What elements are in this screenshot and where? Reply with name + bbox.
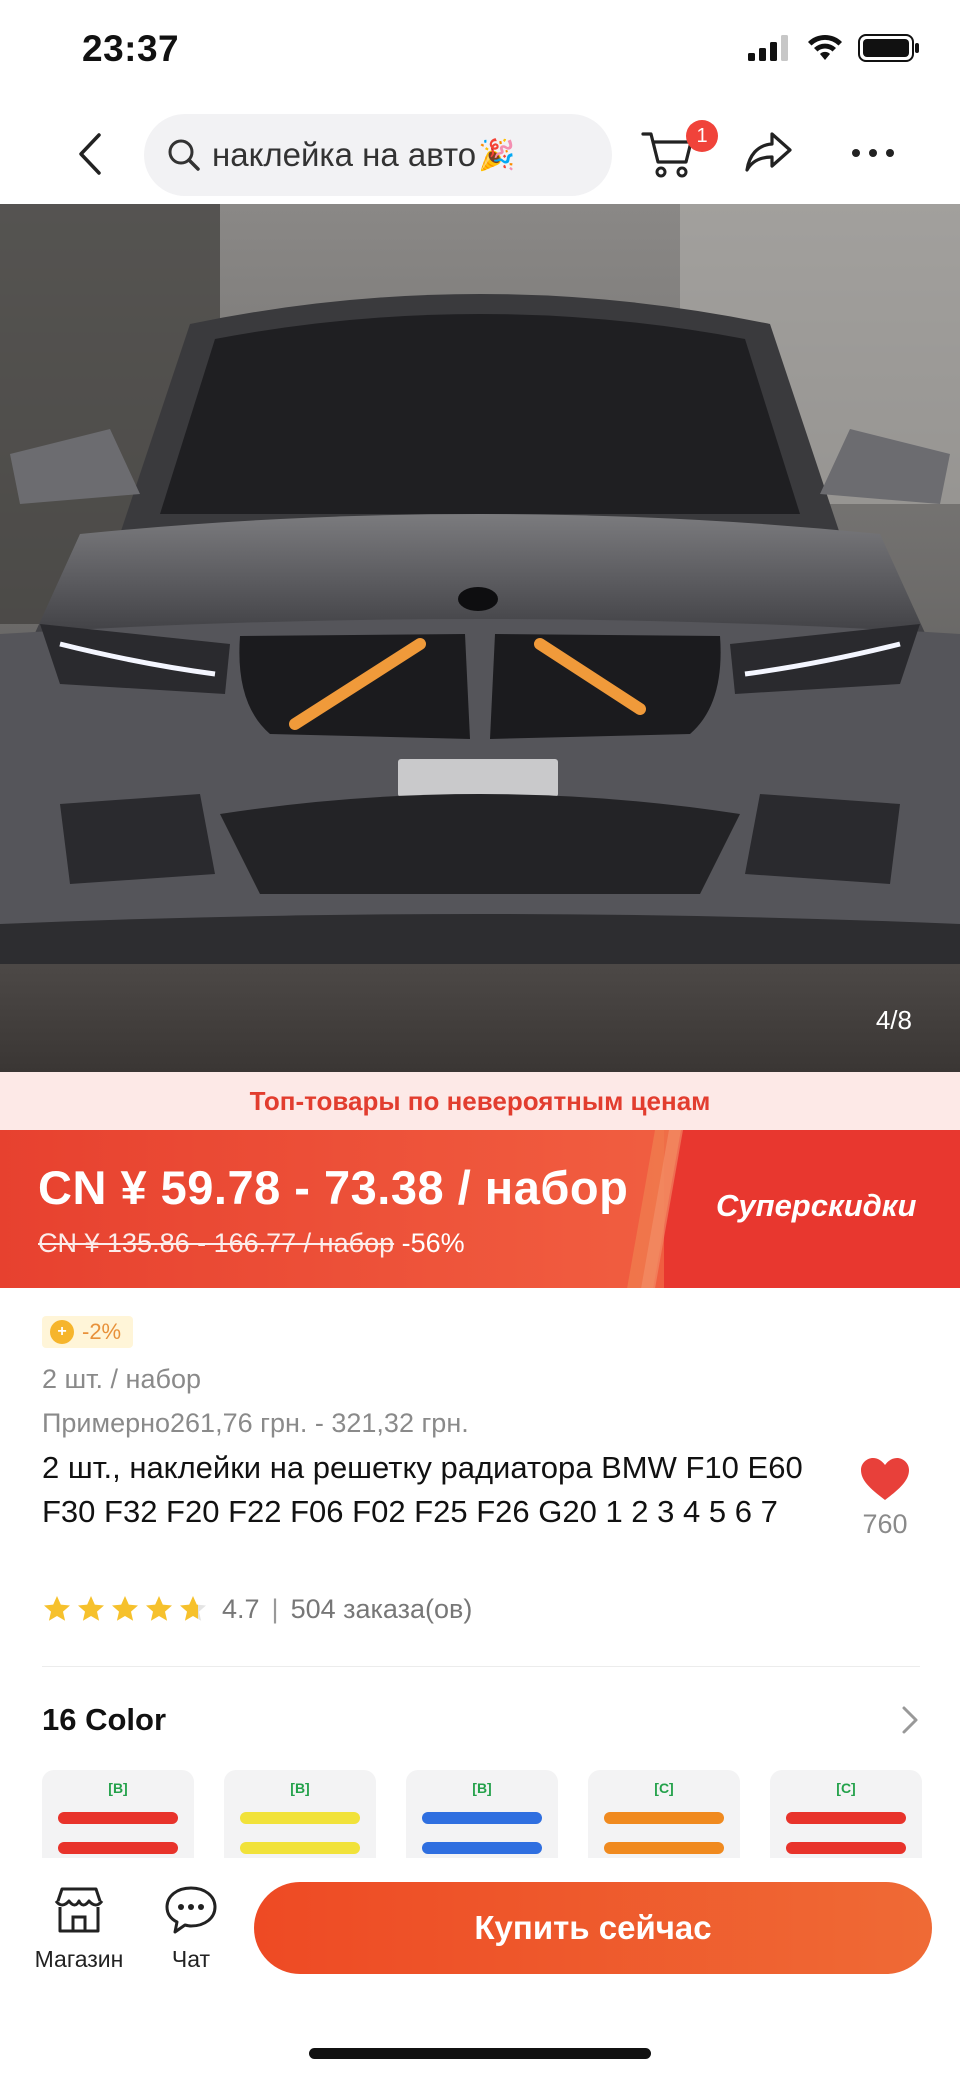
promo-strip[interactable]: Топ-товары по невероятным ценам: [0, 1072, 960, 1130]
chevron-right-icon: [902, 1706, 918, 1734]
variant-color-strip: [422, 1842, 542, 1854]
variant-thumbnail-label: [B]: [472, 1780, 492, 1796]
share-icon: [745, 132, 792, 172]
party-popper-icon: 🎉: [478, 138, 516, 172]
star-icon: [44, 1596, 70, 1621]
store-tab[interactable]: Магазин: [24, 1882, 134, 1973]
variant-thumbnails: [B] [B] [B] [C] [C]: [42, 1770, 960, 1858]
wishlist-count: 760: [862, 1509, 908, 1539]
bottom-action-bar: Магазин Чат Купить сейчас: [0, 1858, 960, 2076]
coupon-text: -2%: [82, 1319, 122, 1344]
price-banner: CN ¥ 59.78 - 73.38 / набор CN ¥ 135.86 -…: [0, 1130, 960, 1288]
old-price: CN ¥ 135.86 - 166.77 / набор: [38, 1228, 395, 1258]
home-indicator: [309, 2048, 651, 2059]
product-title: 2 шт., наклейки на решетку радиатора BMW…: [42, 1450, 803, 1529]
chevron-left-icon: [79, 133, 101, 175]
status-time: 23:37: [82, 28, 180, 69]
cart-button[interactable]: 1: [640, 120, 718, 186]
section-divider: [42, 1666, 920, 1667]
variant-title: 16 Color: [42, 1702, 167, 1737]
chat-tab-label: Чат: [171, 1946, 211, 1972]
top-nav-bar: наклейка на авто 🎉 1: [0, 104, 960, 204]
cellular-signal-icon: [748, 35, 788, 61]
star-icon: [112, 1596, 138, 1621]
variant-color-strip: [422, 1812, 542, 1824]
more-options-button[interactable]: [848, 138, 898, 168]
super-deals-label[interactable]: Суперскидки: [716, 1188, 916, 1224]
variant-thumbnail[interactable]: [B]: [224, 1770, 376, 1858]
more-dot-icon: [869, 149, 877, 157]
discount-percent: -56%: [401, 1228, 465, 1258]
variant-color-strip: [58, 1842, 178, 1854]
coin-icon: +: [50, 1320, 74, 1344]
store-tab-label: Магазин: [34, 1946, 124, 1972]
variant-thumbnail-label: [C]: [654, 1780, 674, 1796]
wishlist-button[interactable]: 760: [852, 1456, 918, 1540]
variant-thumbnail[interactable]: [C]: [588, 1770, 740, 1858]
variant-color-strip: [604, 1842, 724, 1854]
more-dot-icon: [886, 149, 894, 157]
variant-color-strip: [240, 1842, 360, 1854]
variant-selector-header[interactable]: 16 Color: [42, 1698, 920, 1742]
search-input[interactable]: наклейка на авто 🎉: [144, 114, 612, 196]
star-icon: [78, 1596, 104, 1621]
variant-color-strip: [58, 1812, 178, 1824]
variant-color-strip: [786, 1812, 906, 1824]
variant-thumbnail[interactable]: [C]: [770, 1770, 922, 1858]
promo-strip-text: Топ-товары по невероятным ценам: [249, 1085, 711, 1116]
cart-count-badge: 1: [686, 120, 718, 152]
rating-value: 4.7: [222, 1593, 260, 1624]
variant-color-strip: [786, 1842, 906, 1854]
approx-price-text: Примерно261,76 грн. - 321,32 грн.: [42, 1408, 469, 1438]
coupon-badge[interactable]: + -2%: [42, 1316, 134, 1348]
star-half-icon: [180, 1596, 206, 1621]
variant-thumbnail-label: [C]: [836, 1780, 856, 1796]
orders-count: 504 заказа(ов): [290, 1593, 473, 1624]
wifi-icon: [808, 34, 842, 60]
more-dot-icon: [852, 149, 860, 157]
heart-icon: [861, 1458, 909, 1500]
status-icons: [748, 34, 920, 62]
back-button[interactable]: [66, 126, 114, 182]
product-image-gallery[interactable]: 4/8: [0, 204, 960, 1072]
unit-text: 2 шт. / набор: [42, 1364, 201, 1394]
status-bar: 23:37: [0, 0, 960, 104]
variant-color-strip: [240, 1812, 360, 1824]
variant-thumbnail[interactable]: [B]: [42, 1770, 194, 1858]
rating-separator: |: [271, 1593, 279, 1624]
share-button[interactable]: [744, 130, 798, 180]
search-query-text: наклейка на авто: [212, 136, 477, 173]
battery-icon: [858, 34, 919, 62]
variant-thumbnail[interactable]: [B]: [406, 1770, 558, 1858]
store-icon: [49, 1882, 109, 1938]
product-photo-car-grille: [0, 204, 960, 1072]
variant-thumbnail-label: [B]: [290, 1780, 310, 1796]
chat-icon: [161, 1882, 221, 1938]
buy-now-button[interactable]: Купить сейчас: [254, 1882, 932, 1974]
search-icon: [168, 139, 200, 171]
chat-tab[interactable]: Чат: [136, 1882, 246, 1973]
rating-row[interactable]: 4.7 | 504 заказа(ов): [42, 1592, 472, 1626]
variant-thumbnail-label: [B]: [108, 1780, 128, 1796]
star-icon: [146, 1596, 172, 1621]
image-counter: 4/8: [875, 1005, 912, 1035]
variant-color-strip: [604, 1812, 724, 1824]
rating-stars: [42, 1594, 208, 1624]
current-price: CN ¥ 59.78 - 73.38 / набор: [38, 1161, 629, 1214]
old-price-row: CN ¥ 135.86 - 166.77 / набор -56%: [38, 1228, 465, 1259]
